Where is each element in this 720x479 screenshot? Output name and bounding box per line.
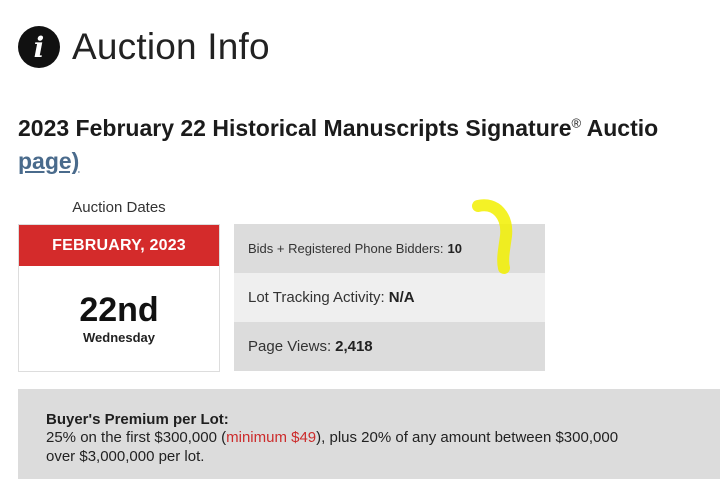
info-icon: i <box>18 26 60 68</box>
auction-title-text: 2023 February 22 Historical Manuscripts … <box>18 115 572 141</box>
auction-page-link[interactable]: page) <box>18 148 79 175</box>
stat-bids-label: Bids + Registered Phone Bidders: <box>248 241 444 256</box>
premium-minimum: minimum $49 <box>226 429 317 446</box>
stat-lot-tracking-value: N/A <box>388 289 415 306</box>
buyers-premium-box: Buyer's Premium per Lot: 25% on the firs… <box>18 389 720 479</box>
month-banner: FEBRUARY, 2023 <box>19 225 219 266</box>
stat-bids: Bids + Registered Phone Bidders: 10 <box>234 224 545 273</box>
stat-bids-value: 10 <box>447 241 462 256</box>
stat-page-views-label: Page Views: <box>248 338 332 355</box>
page-title: Auction Info <box>72 26 270 67</box>
day-number: 22nd <box>79 291 159 329</box>
auction-title: 2023 February 22 Historical Manuscripts … <box>18 115 658 142</box>
auction-title-tail: Auctio <box>581 115 659 141</box>
weekday: Wednesday <box>82 330 155 345</box>
auction-dates-label: Auction Dates <box>72 199 166 216</box>
registered-mark: ® <box>571 115 582 131</box>
date-card: FEBRUARY, 2023 22nd Wednesday <box>18 224 220 372</box>
buyers-premium-line-1: 25% on the first $300,000 (minimum $49),… <box>46 428 720 447</box>
stat-page-views: Page Views: 2,418 <box>234 322 545 371</box>
buyers-premium-line-2: over $3,000,000 per lot. <box>46 448 205 465</box>
auction-stats: Bids + Registered Phone Bidders: 10 Lot … <box>234 224 545 371</box>
stat-page-views-value: 2,418 <box>335 338 373 355</box>
premium-line1-start: 25% on the first $300,000 ( <box>46 429 227 446</box>
premium-line1-end: ), plus 20% of any amount between $300,0… <box>316 429 619 446</box>
buyers-premium-title: Buyer's Premium per Lot: <box>46 411 229 428</box>
auction-info-header: i Auction Info <box>18 26 270 68</box>
stat-lot-tracking-label: Lot Tracking Activity: <box>248 289 385 306</box>
stat-lot-tracking: Lot Tracking Activity: N/A <box>234 273 545 322</box>
